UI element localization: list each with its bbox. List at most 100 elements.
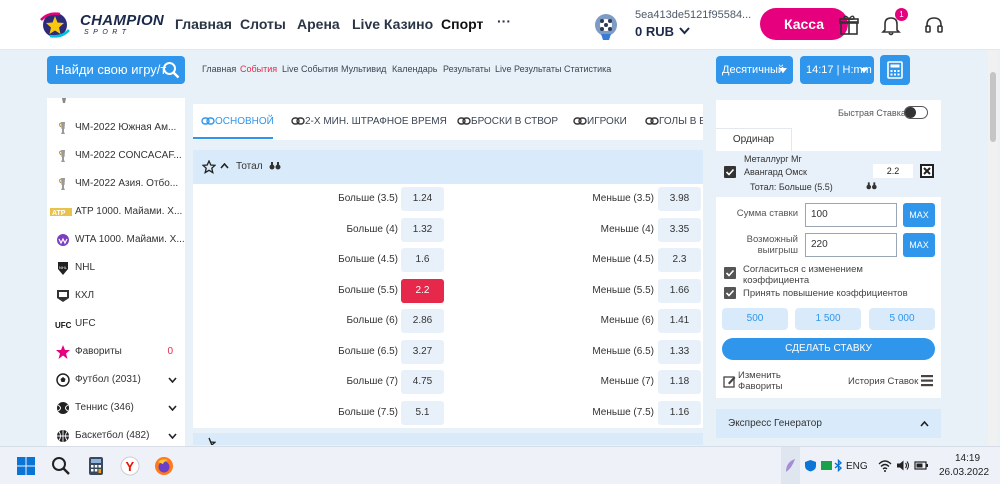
over-odd-button[interactable]: 1.24 [401, 187, 444, 211]
chevron-up-icon[interactable] [920, 421, 929, 427]
under-odd-button[interactable]: 1.18 [658, 370, 701, 394]
remove-bet-button[interactable] [920, 164, 934, 178]
bluetooth-icon[interactable] [832, 459, 845, 472]
yandex-browser-icon[interactable]: Y [120, 456, 140, 476]
search-icon[interactable] [162, 61, 180, 79]
subnav-live-events[interactable]: Live События [282, 64, 338, 74]
under-odd-button[interactable]: 3.35 [658, 217, 701, 242]
gift-icon[interactable] [838, 14, 860, 36]
balance[interactable]: 0 RUB [635, 24, 690, 39]
express-generator-panel[interactable]: Экспресс Генератор [716, 409, 941, 438]
sidebar-item-wc-south-america[interactable]: ЧМ-2022 Южная Ам... [47, 114, 185, 142]
sidebar-item-khl[interactable]: КХЛ [47, 282, 185, 310]
menu-icon[interactable] [921, 374, 933, 387]
bet-select-checkbox[interactable] [724, 166, 736, 178]
windows-start-icon[interactable] [16, 456, 36, 476]
subnav-statistics[interactable]: Статистика [564, 64, 611, 74]
over-odd-button[interactable]: 1.32 [401, 217, 444, 242]
over-odd-button[interactable]: 2.86 [401, 309, 444, 333]
stats-icon[interactable] [866, 182, 878, 191]
avatar-icon[interactable] [593, 12, 619, 40]
champion-logo-icon[interactable] [38, 10, 72, 40]
subnav-multiview[interactable]: Мультивид [341, 64, 386, 74]
chevron-down-icon[interactable] [168, 405, 177, 411]
scrollbar-thumb[interactable] [990, 72, 996, 142]
tab-2min-penalty[interactable]: 2-Х МИН. ШТРАФНОЕ ВРЕМЯ [291, 116, 447, 127]
clock-time[interactable]: 14:19 [955, 453, 980, 464]
wifi-icon[interactable] [878, 459, 892, 472]
over-odd-button[interactable]: 3.27 [401, 339, 444, 364]
quick-amount-500[interactable]: 500 [722, 308, 788, 330]
under-odd-button[interactable]: 1.41 [658, 309, 701, 333]
battery-icon[interactable] [914, 459, 929, 472]
tray-active-app[interactable] [781, 447, 800, 484]
page-scrollbar[interactable] [988, 50, 998, 446]
sidebar-item-wc-concacaf[interactable]: ЧМ-2022 CONCACAF... [47, 142, 185, 170]
edit-favorites-label-2[interactable]: Фавориты [738, 381, 783, 392]
over-odd-button[interactable]: 5.1 [401, 400, 444, 425]
place-bet-button[interactable]: СДЕЛАТЬ СТАВКУ [722, 338, 935, 360]
chevron-down-icon[interactable] [168, 433, 177, 439]
edit-icon[interactable] [723, 375, 736, 388]
tab-main[interactable]: ОСНОВНОЙ [201, 116, 274, 127]
potential-win-input[interactable]: 220 [805, 233, 897, 257]
sidebar-item-basketball[interactable]: Баскетбол (482) [47, 422, 185, 446]
chevron-up-icon[interactable] [220, 163, 229, 169]
tab-shots-on-target[interactable]: БРОСКИ В СТВОР [457, 116, 558, 127]
under-odd-button[interactable]: 1.66 [658, 278, 701, 303]
clock-date[interactable]: 26.03.2022 [939, 467, 989, 478]
sidebar-item-football[interactable]: Футбол (2031) [47, 366, 185, 394]
next-market-header[interactable] [193, 433, 703, 445]
chevron-down-icon[interactable] [168, 377, 177, 383]
cashier-button[interactable]: Касса [760, 8, 848, 40]
sidebar-item-ufc[interactable]: UFC UFC [47, 310, 185, 338]
sidebar-item-favorites[interactable]: Фавориты 0 [47, 338, 185, 366]
defender-shield-icon[interactable] [804, 459, 817, 472]
subnav-home[interactable]: Главная [202, 64, 236, 74]
calculator-button[interactable] [880, 55, 910, 85]
accept-increase-checkbox[interactable] [724, 287, 736, 299]
headset-icon[interactable] [923, 14, 945, 36]
odds-format-select[interactable]: Десятичный [716, 56, 793, 84]
nav-live-casino[interactable]: Live Казино [352, 16, 433, 32]
nav-more-button[interactable]: ··· [497, 13, 511, 29]
time-format-select[interactable]: 14:17 | H:mm [800, 56, 874, 84]
search-input[interactable]: Найди свою игру/т [47, 56, 185, 84]
subnav-events[interactable]: События [240, 64, 277, 74]
nav-arena[interactable]: Арена [297, 16, 340, 32]
tab-goals[interactable]: ГОЛЫ В Б [645, 116, 703, 127]
over-odd-button[interactable]: 4.75 [401, 370, 444, 394]
sidebar-item-nhl[interactable]: NHL NHL [47, 254, 185, 282]
tab-single-bet[interactable]: Ординар [716, 128, 792, 152]
edit-favorites-label-1[interactable]: Изменить [738, 370, 781, 381]
fast-bet-toggle[interactable] [904, 106, 928, 119]
accept-change-checkbox[interactable] [724, 267, 736, 279]
over-odd-button[interactable]: 1.6 [401, 248, 444, 272]
stake-input[interactable]: 100 [805, 203, 897, 227]
star-outline-icon[interactable] [202, 160, 216, 174]
under-odd-button[interactable]: 3.98 [658, 187, 701, 211]
sidebar-item-atp-miami[interactable]: ATP ATP 1000. Майами. Х... [47, 198, 185, 226]
star-outline-icon[interactable] [202, 437, 216, 445]
logo-text[interactable]: CHAMPION [80, 13, 164, 28]
stats-icon[interactable] [269, 162, 282, 171]
quick-amount-1500[interactable]: 1 500 [795, 308, 861, 330]
volume-icon[interactable] [896, 459, 910, 472]
subnav-results[interactable]: Результаты [443, 64, 490, 74]
firefox-icon[interactable] [154, 456, 174, 476]
sidebar-item-tennis[interactable]: Теннис (346) [47, 394, 185, 422]
under-odd-button[interactable]: 1.16 [658, 400, 701, 425]
calculator-app-icon[interactable] [86, 456, 106, 476]
nav-slots[interactable]: Слоты [240, 16, 286, 32]
under-odd-button[interactable]: 2.3 [658, 248, 701, 272]
stake-max-button[interactable]: MAX [903, 203, 935, 227]
over-odd-button[interactable]: 2.2 [401, 278, 444, 303]
nav-sport[interactable]: Спорт [441, 16, 483, 32]
subnav-live-results[interactable]: Live Результаты [495, 64, 561, 74]
language-indicator[interactable]: ENG [846, 461, 868, 472]
under-odd-button[interactable]: 1.33 [658, 339, 701, 364]
tab-players[interactable]: ИГРОКИ [573, 116, 627, 127]
sidebar-item-wc-asia[interactable]: ЧМ-2022 Азия. Отбо... [47, 170, 185, 198]
bet-history-link[interactable]: История Ставок [848, 376, 918, 387]
win-max-button[interactable]: MAX [903, 233, 935, 257]
